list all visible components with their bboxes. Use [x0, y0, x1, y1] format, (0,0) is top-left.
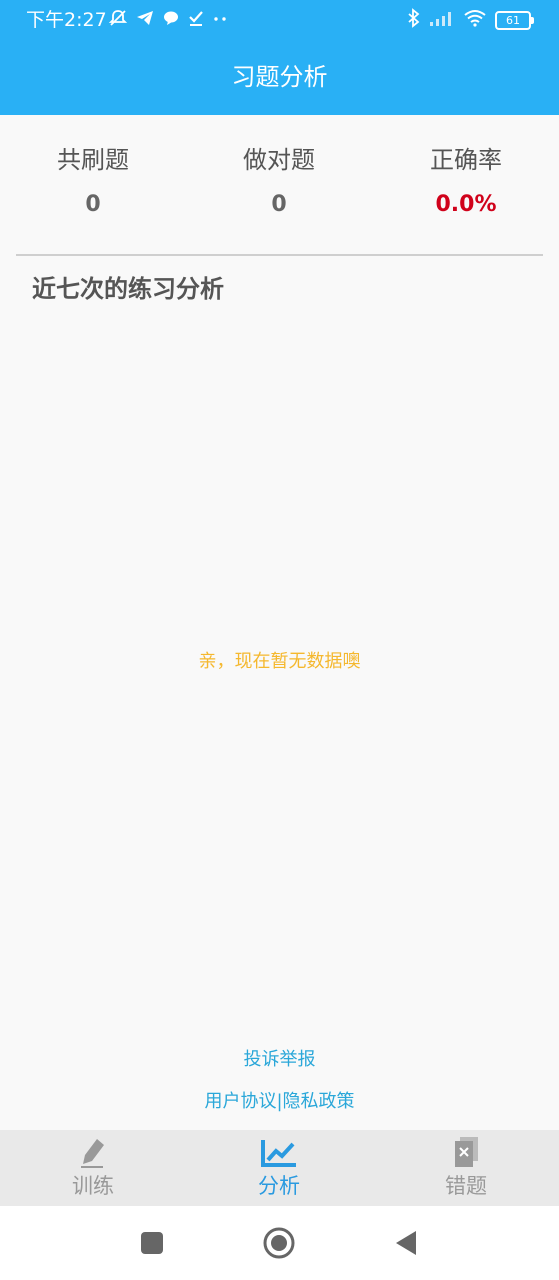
signal-icon: [429, 9, 455, 31]
page-title: 习题分析: [231, 63, 328, 91]
app-bar: 习题分析: [0, 40, 559, 115]
tab-wrong-questions[interactable]: 错题: [373, 1130, 559, 1206]
pencil-icon: [0, 1136, 186, 1170]
chart-icon: [186, 1136, 372, 1170]
home-button[interactable]: [259, 1223, 299, 1263]
privacy-policy-link[interactable]: 隐私政策: [283, 1091, 355, 1112]
tab-analysis[interactable]: 分析: [186, 1130, 372, 1206]
more-dots-icon: [212, 9, 228, 31]
status-left-icons: [108, 8, 228, 32]
status-bar: 下午2:27 61: [0, 0, 559, 40]
telegram-icon: [136, 9, 154, 31]
tab-training[interactable]: 训练: [0, 1130, 186, 1206]
tab-analysis-label: 分析: [258, 1174, 300, 1198]
mute-bell-icon: [108, 8, 128, 32]
tab-training-label: 训练: [72, 1174, 114, 1198]
stat-correct-label: 做对题: [243, 146, 315, 174]
stat-correct: 做对题 0: [186, 143, 372, 220]
policy-links: 用户协议|隐私政策: [0, 1088, 559, 1116]
status-time: 下午2:27: [26, 9, 107, 31]
status-right-icons: 61: [407, 8, 534, 32]
bottom-tab-bar: 训练 分析 错题: [0, 1130, 559, 1206]
check-icon: [188, 9, 204, 31]
wrong-doc-icon: [373, 1136, 559, 1170]
bluetooth-icon: [407, 8, 421, 32]
analysis-title: 近七次的练习分析: [32, 275, 224, 303]
stat-accuracy-label: 正确率: [430, 146, 502, 174]
empty-message: 亲，现在暂无数据噢: [198, 651, 361, 672]
back-button[interactable]: [386, 1223, 426, 1263]
wifi-icon: [463, 9, 487, 31]
system-nav-bar: [0, 1206, 559, 1280]
divider: [16, 254, 543, 256]
stat-total: 共刷题 0: [0, 143, 186, 220]
stat-accuracy: 正确率 0.0%: [373, 143, 559, 220]
stats-panel: 共刷题 0 做对题 0 正确率 0.0%: [0, 115, 559, 255]
battery-icon: 61: [495, 10, 534, 30]
user-agreement-link[interactable]: 用户协议: [204, 1091, 276, 1112]
stat-correct-value: 0: [271, 192, 287, 217]
chat-bubble-icon: [162, 9, 180, 31]
recents-button[interactable]: [132, 1223, 172, 1263]
stat-total-value: 0: [85, 192, 101, 217]
stat-accuracy-value: 0.0%: [435, 192, 497, 217]
report-link[interactable]: 投诉举报: [0, 1046, 559, 1074]
tab-wrong-label: 错题: [445, 1174, 487, 1198]
stat-total-label: 共刷题: [57, 146, 129, 174]
